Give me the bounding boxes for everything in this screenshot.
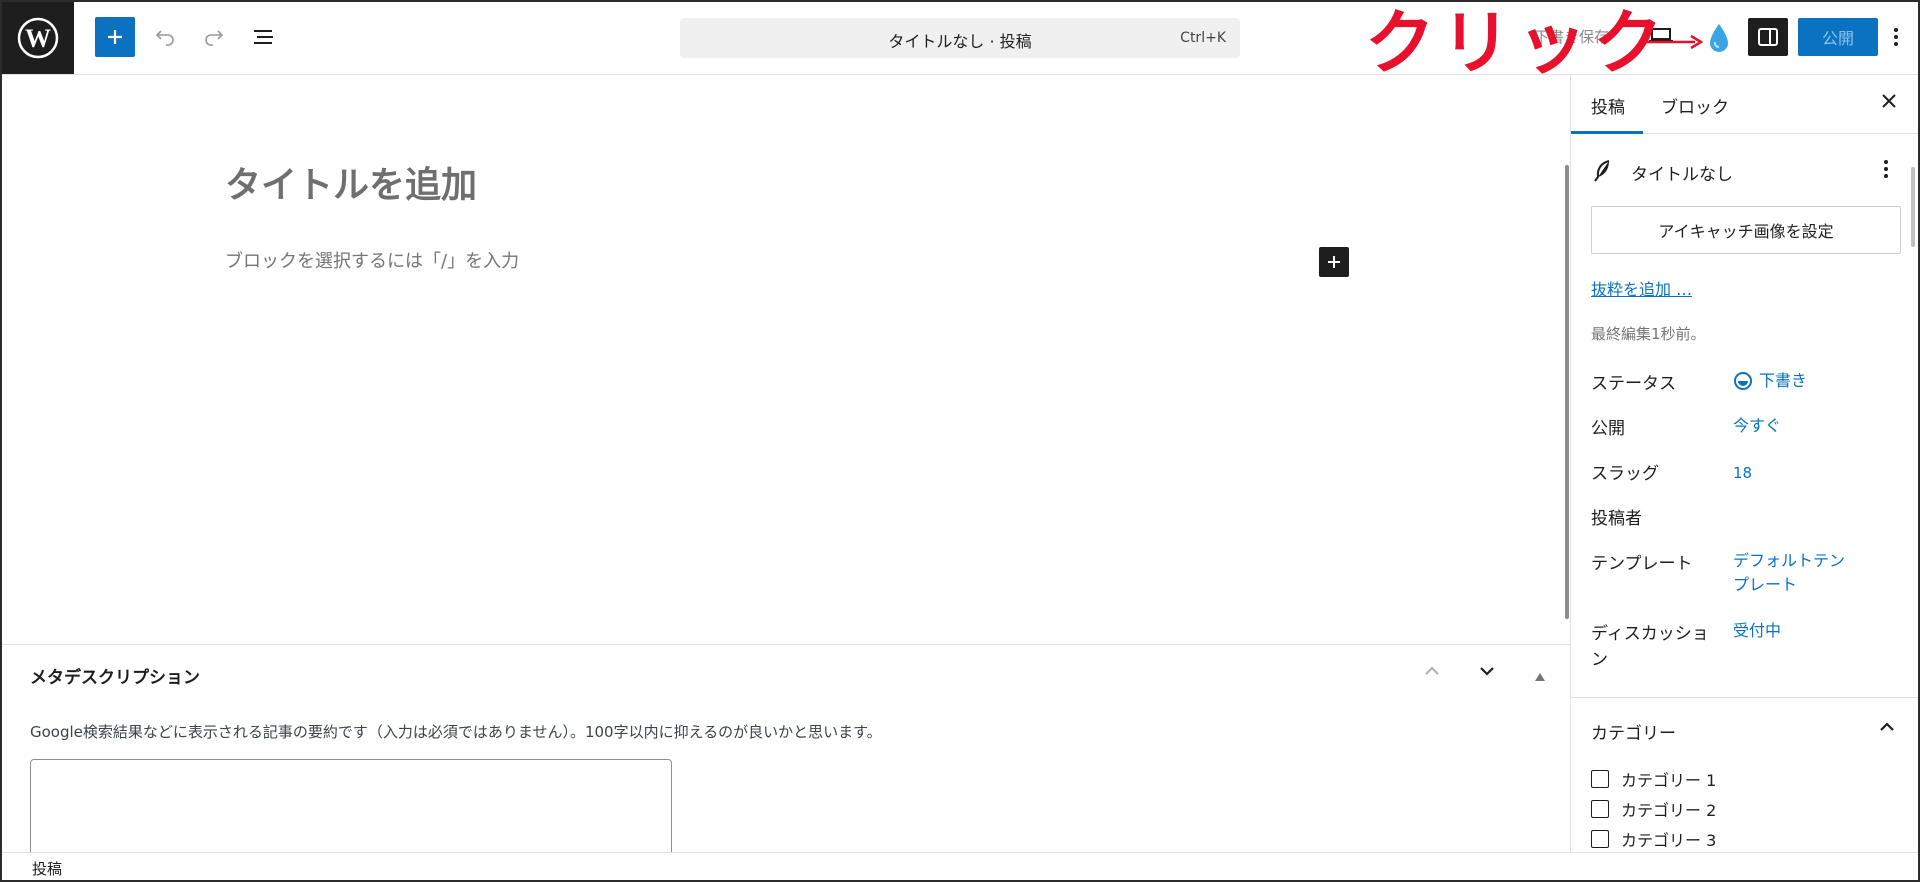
panel-divider — [1571, 697, 1919, 698]
annotation-arrow-icon — [1645, 32, 1705, 56]
meta-description-textarea[interactable] — [30, 759, 672, 859]
annotation-click-label: クリック — [1365, 2, 1669, 84]
category-label: カテゴリー 2 — [1621, 801, 1717, 820]
template-value[interactable]: デフォルトテンプレート — [1733, 549, 1853, 597]
slug-value[interactable]: 18 — [1733, 461, 1752, 485]
block-placeholder[interactable]: ブロックを選択するには「/」を入力 — [225, 247, 519, 273]
meta-box-title: メタデスクリプション — [30, 668, 200, 688]
list-view-icon[interactable] — [244, 17, 284, 57]
settings-sidebar: 投稿 ブロック タイトルなし アイキャッチ画像を設定 抜粋を追加 … 最終編集1… — [1570, 75, 1919, 852]
redo-icon[interactable] — [194, 17, 234, 57]
editor-canvas: タイトルを追加 ブロックを選択するには「/」を入力 — [2, 75, 1570, 643]
publish-button[interactable]: 公開 — [1798, 18, 1878, 56]
add-block-button[interactable] — [95, 17, 135, 57]
publish-label: 公開 — [1591, 419, 1625, 439]
toggle-panel-triangle-icon[interactable] — [1534, 667, 1546, 686]
undo-icon[interactable] — [145, 17, 185, 57]
category-item[interactable]: カテゴリー 3 — [1591, 828, 1716, 850]
editor-scrollbar[interactable] — [1565, 165, 1569, 619]
status-value[interactable]: 下書き — [1759, 369, 1807, 393]
category-checkbox[interactable] — [1591, 800, 1609, 818]
meta-box-description: Google検索結果などに表示される記事の要約です（入力は必須ではありません）。… — [30, 723, 882, 741]
author-label: 投稿者 — [1591, 509, 1642, 529]
shortcut-hint: Ctrl+K — [1180, 30, 1226, 46]
categories-panel-title[interactable]: カテゴリー — [1591, 719, 1676, 744]
editor-toolbar: W タイトルなし · 投稿 Ctrl+K 下書き保存 公開 クリック — [0, 0, 1920, 84]
status-bar: 投稿 — [2, 852, 1918, 881]
command-palette-bar[interactable]: タイトルなし · 投稿 Ctrl+K — [680, 18, 1240, 58]
chevron-up-icon[interactable] — [1877, 717, 1897, 741]
post-feather-icon — [1593, 159, 1613, 187]
set-featured-image-button[interactable]: アイキャッチ画像を設定 — [1591, 206, 1901, 254]
category-item[interactable]: カテゴリー 2 — [1591, 798, 1716, 820]
template-label: テンプレート — [1591, 554, 1693, 574]
sidebar-scrollbar[interactable] — [1911, 167, 1915, 247]
wordpress-logo-icon[interactable]: W — [2, 2, 74, 74]
category-checkbox[interactable] — [1591, 770, 1609, 788]
active-tab-indicator — [1571, 131, 1643, 134]
tab-block[interactable]: ブロック — [1661, 93, 1729, 118]
close-icon[interactable] — [1881, 93, 1897, 113]
status-label: ステータス — [1591, 374, 1676, 394]
category-label: カテゴリー 3 — [1621, 831, 1717, 850]
draft-status-icon — [1733, 371, 1753, 395]
post-title-field[interactable]: タイトルを追加 — [225, 156, 477, 208]
last-edited-text: 最終編集1秒前。 — [1591, 325, 1706, 343]
chevron-down-icon[interactable] — [1477, 661, 1497, 685]
svg-text:W: W — [25, 24, 51, 53]
category-checkbox[interactable] — [1591, 830, 1609, 848]
document-title: タイトルなし · 投稿 — [888, 32, 1032, 51]
settings-sidebar-toggle[interactable] — [1748, 18, 1788, 56]
tab-post[interactable]: 投稿 — [1591, 93, 1625, 118]
post-title-label: タイトルなし — [1631, 165, 1733, 185]
category-label: カテゴリー 1 — [1621, 771, 1717, 790]
add-excerpt-link[interactable]: 抜粋を追加 … — [1591, 276, 1692, 300]
chevron-up-icon[interactable] — [1422, 661, 1442, 685]
breadcrumb[interactable]: 投稿 — [32, 858, 62, 879]
water-drop-icon[interactable] — [1707, 22, 1731, 58]
meta-description-box: メタデスクリプション Google検索結果などに表示される記事の要約です（入力は… — [2, 644, 1570, 859]
slug-label: スラッグ — [1591, 464, 1659, 484]
inline-add-block-button[interactable] — [1319, 247, 1349, 277]
publish-value[interactable]: 今すぐ — [1733, 414, 1781, 438]
post-actions-icon[interactable] — [1883, 159, 1889, 183]
discussion-value[interactable]: 受付中 — [1733, 619, 1781, 643]
options-menu-icon[interactable] — [1882, 18, 1910, 56]
category-item[interactable]: カテゴリー 1 — [1591, 768, 1716, 790]
discussion-label: ディスカッション — [1591, 624, 1709, 670]
